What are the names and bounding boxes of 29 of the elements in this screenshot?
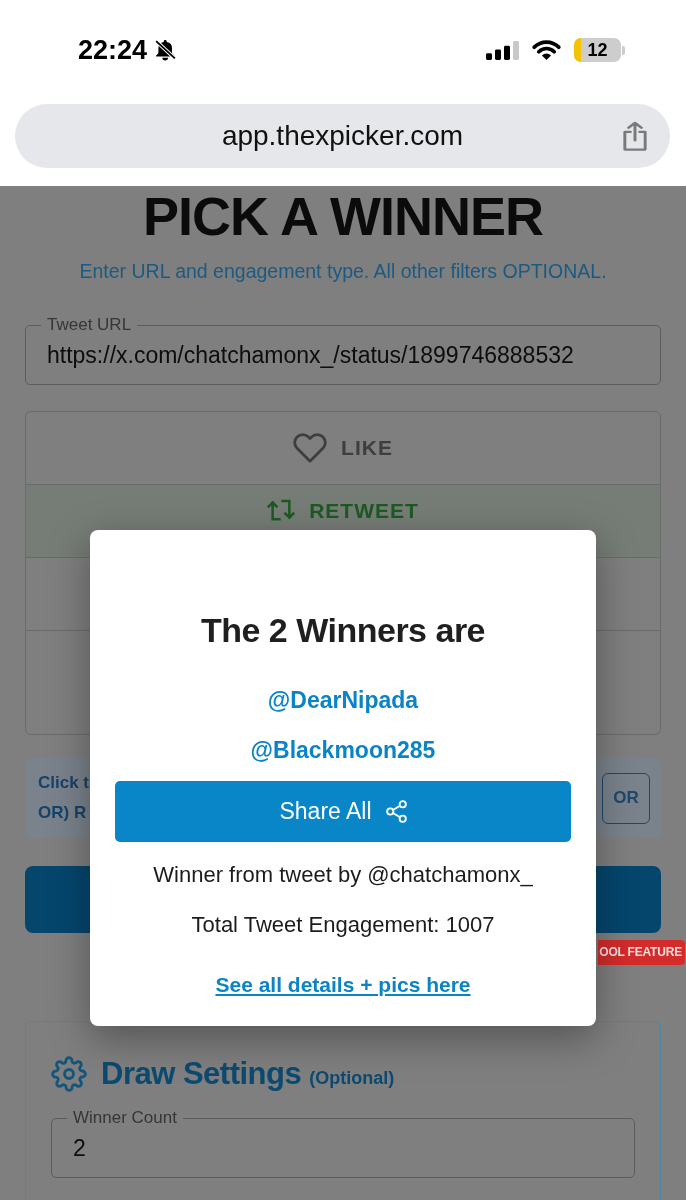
share-all-button[interactable]: Share All [115, 781, 571, 842]
optional-note: (Optional) [309, 1068, 395, 1089]
or-button[interactable]: OR [602, 772, 650, 824]
share-icon[interactable] [623, 121, 647, 151]
dialog-title: The 2 Winners are [200, 610, 486, 650]
section-title: Draw Settings [101, 1056, 302, 1092]
wifi-icon [532, 40, 561, 60]
info-text: Click t OR) R [38, 772, 90, 824]
url-text: app.thexpicker.com [221, 120, 464, 152]
feature-badge: OOL FEATURE [598, 940, 685, 965]
field-label: Winner Count [72, 1108, 178, 1128]
heart-icon [293, 433, 328, 463]
field-label: Tweet URL [46, 315, 133, 335]
share-nodes-icon [385, 800, 407, 823]
tweet-author-text: Winner from tweet by @chatchamonx_ [153, 861, 533, 889]
page-subtitle: Enter URL and engagement type. All other filters OPTIONAL. [79, 259, 607, 284]
winner-link[interactable]: @DearNipada [267, 685, 419, 715]
gear-icon [51, 1056, 87, 1092]
winner-link[interactable]: @Blackmoon285 [250, 735, 436, 765]
clock-time: 22:24 [78, 34, 148, 66]
page-title: PICK A WINNER [143, 186, 543, 246]
signal-bars-icon [486, 40, 519, 60]
winner-count-field[interactable]: Winner Count 2 [51, 1108, 635, 1178]
tweet-url-field[interactable]: Tweet URL https://x.com/chatchamonx_/status/1899746888532 [25, 315, 661, 385]
engagement-total-text: Total Tweet Engagement: 1007 [191, 911, 495, 939]
details-link[interactable]: See all details + pics here [215, 972, 471, 998]
battery-indicator: 12 [574, 38, 625, 62]
retweet-icon [267, 499, 296, 521]
address-bar[interactable]: app.thexpicker.com [15, 104, 670, 168]
